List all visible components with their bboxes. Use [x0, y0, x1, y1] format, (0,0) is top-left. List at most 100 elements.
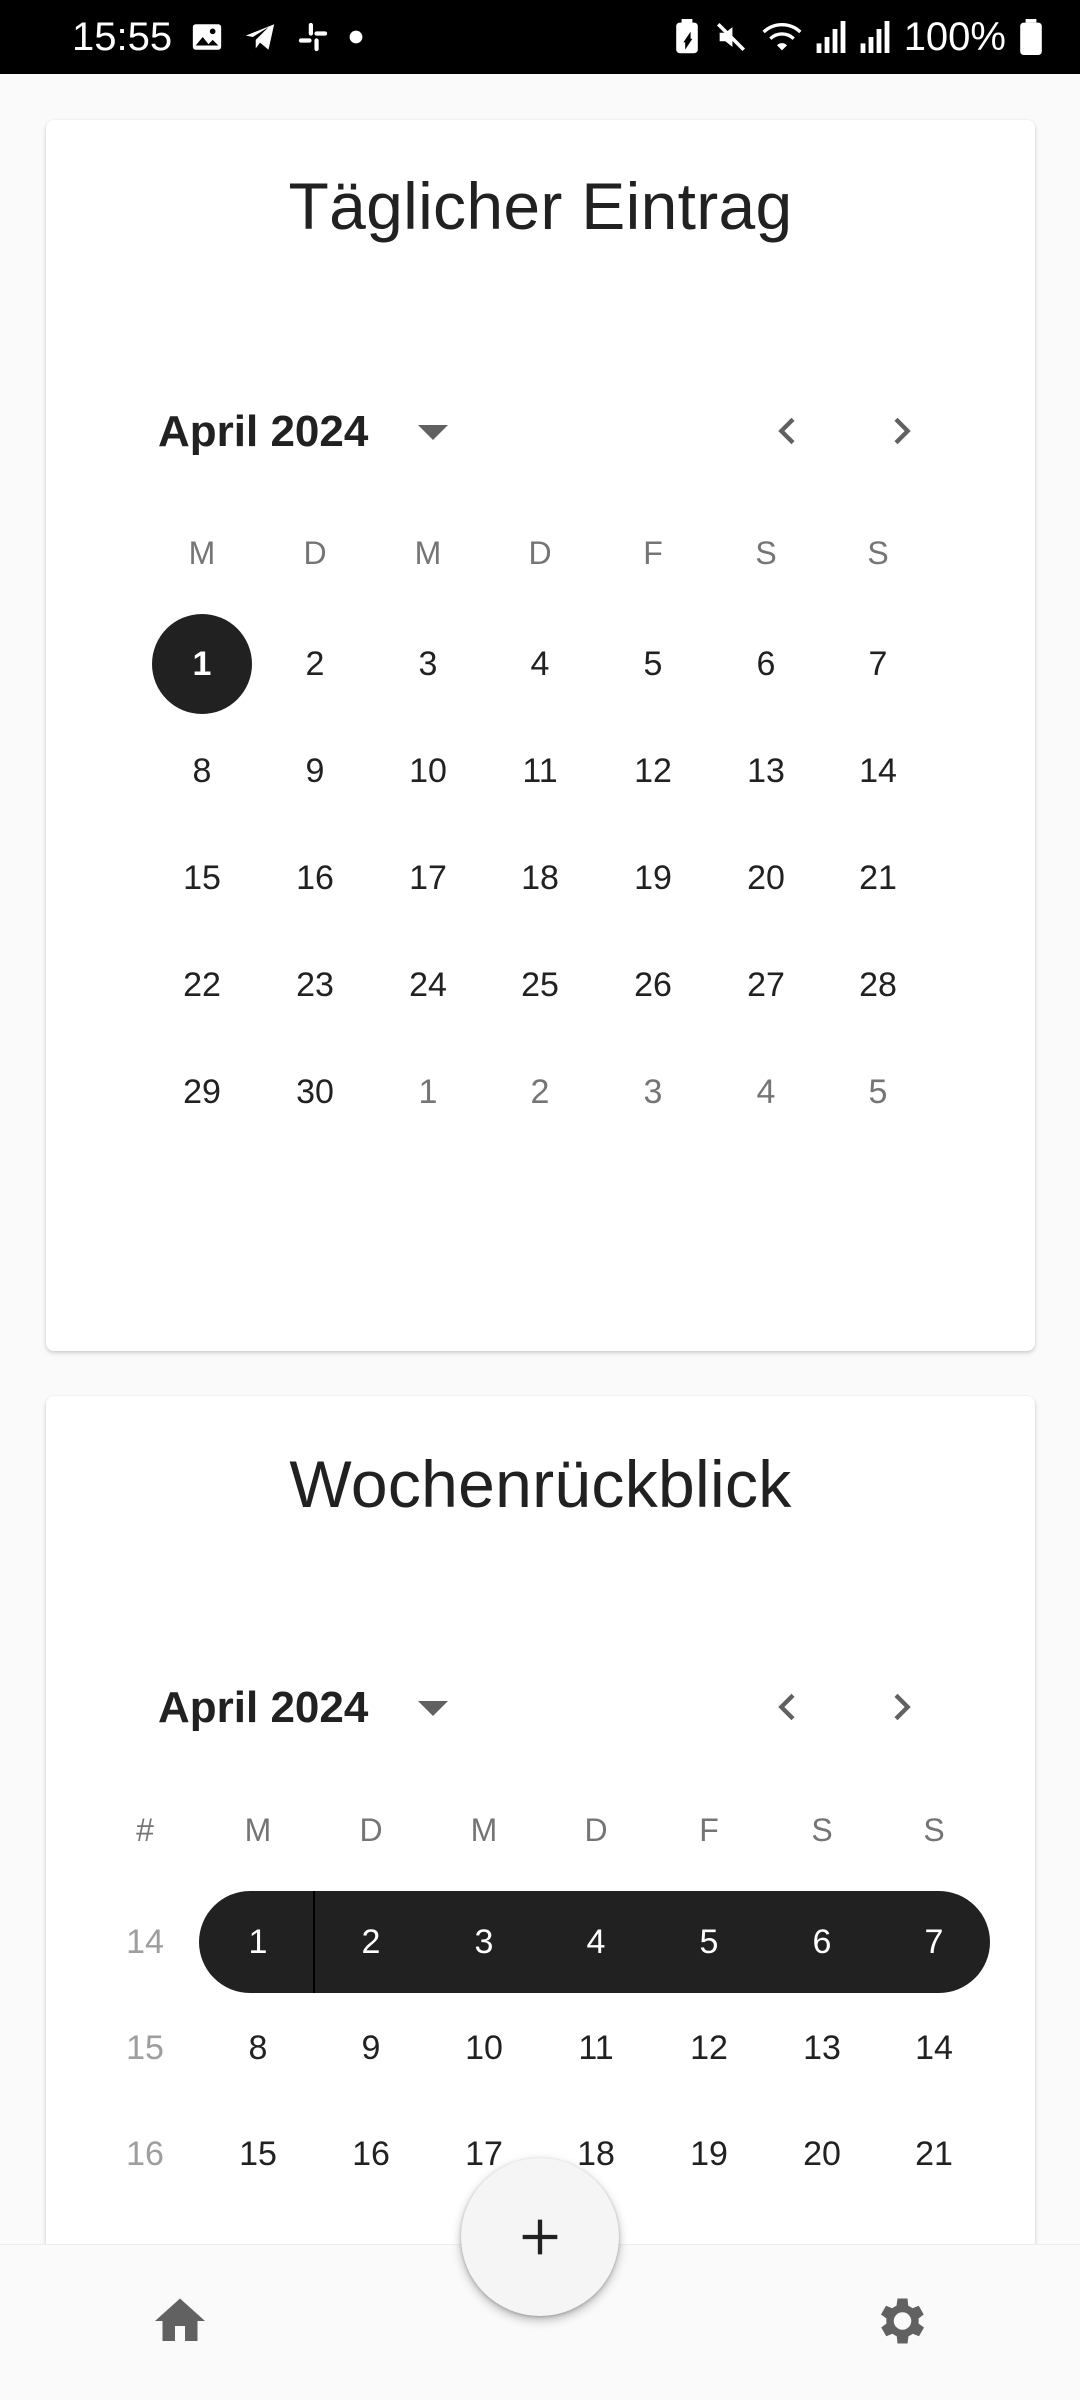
weekly-title: Wochenrückblick [289, 1447, 792, 1521]
add-entry-fab[interactable] [461, 2158, 619, 2316]
weekday-header: D [584, 1811, 608, 1848]
calendar-day[interactable]: 15 [208, 2104, 308, 2204]
daily-month-label[interactable]: April 2024 [158, 407, 368, 457]
gallery-icon [190, 20, 224, 54]
next-month-button[interactable] [866, 396, 936, 466]
calendar-day[interactable]: 5 [828, 1042, 928, 1142]
battery-saver-icon [674, 19, 700, 55]
calendar-day[interactable]: 2 [265, 614, 365, 714]
calendar-day[interactable]: 17 [378, 828, 478, 928]
calendar-day[interactable]: 10 [378, 721, 478, 821]
home-icon [155, 2298, 205, 2341]
weekday-header: M [188, 534, 216, 571]
chevron-left-icon [778, 417, 795, 445]
calendar-day[interactable]: 2 [490, 1042, 590, 1142]
weekday-header: S [755, 534, 777, 571]
calendar-day[interactable]: 9 [265, 721, 365, 821]
weekday-header: M [414, 534, 442, 571]
calendar-day[interactable]: 5 [603, 614, 703, 714]
home-button[interactable] [140, 2281, 220, 2361]
calendar-day[interactable]: 10 [434, 1998, 534, 2098]
calendar-day[interactable]: 30 [265, 1042, 365, 1142]
calendar-day[interactable]: 4 [716, 1042, 816, 1142]
battery-icon [1020, 19, 1042, 55]
weekday-header: M [244, 1811, 272, 1848]
calendar-day[interactable]: 9 [321, 1998, 421, 2098]
calendar-day[interactable]: 11 [546, 1998, 646, 2098]
calendar-day[interactable]: 21 [884, 2104, 984, 2204]
calendar-day[interactable]: 8 [152, 721, 252, 821]
telegram-icon [242, 20, 278, 54]
calendar-day[interactable]: 27 [716, 935, 816, 1035]
calendar-day[interactable]: 12 [659, 1998, 759, 2098]
calendar-day[interactable]: 19 [659, 2104, 759, 2204]
calendar-day[interactable]: 23 [265, 935, 365, 1035]
calendar-day[interactable]: 14 [884, 1998, 984, 2098]
calendar-day[interactable]: 11 [490, 721, 590, 821]
calendar-day[interactable]: 29 [152, 1042, 252, 1142]
weekday-header: F [643, 534, 663, 571]
calendar-day[interactable]: 28 [828, 935, 928, 1035]
calendar-day[interactable]: 3 [378, 614, 478, 714]
wifi-icon [762, 20, 802, 54]
selected-week-day[interactable]: 1 [208, 1892, 308, 1992]
calendar-day[interactable]: 16 [321, 2104, 421, 2204]
week-band-divider [313, 1891, 315, 1993]
calendar-day[interactable]: 24 [378, 935, 478, 1035]
next-month-button[interactable] [866, 1672, 936, 1742]
calendar-day[interactable]: 13 [772, 1998, 872, 2098]
selected-week-day[interactable]: 5 [659, 1892, 759, 1992]
selected-week-day[interactable]: 2 [321, 1892, 421, 1992]
weekly-month-label[interactable]: April 2024 [158, 1683, 368, 1733]
chevron-right-icon [894, 1693, 911, 1721]
calendar-day[interactable]: 12 [603, 721, 703, 821]
week-number-header: # [136, 1811, 154, 1848]
calendar-day[interactable]: 4 [490, 614, 590, 714]
chevron-right-icon [894, 417, 911, 445]
calendar-day[interactable]: 20 [772, 2104, 872, 2204]
selected-week-day[interactable]: 7 [884, 1892, 984, 1992]
calendar-day[interactable]: 16 [265, 828, 365, 928]
weekday-header: M [470, 1811, 498, 1848]
dot-icon [348, 29, 364, 45]
week-number: 15 [126, 2028, 164, 2067]
weekday-header: S [867, 534, 889, 571]
calendar-day[interactable]: 18 [490, 828, 590, 928]
calendar-day[interactable]: 20 [716, 828, 816, 928]
calendar-day[interactable]: 21 [828, 828, 928, 928]
weekly-month-header: April 2024 [158, 1668, 978, 1748]
calendar-day[interactable]: 15 [152, 828, 252, 928]
prev-month-button[interactable] [753, 1672, 823, 1742]
calendar-day[interactable]: 14 [828, 721, 928, 821]
week-number: 16 [126, 2134, 164, 2173]
selected-week-day[interactable]: 4 [546, 1892, 646, 1992]
calendar-day[interactable]: 1 [378, 1042, 478, 1142]
calendar-day[interactable]: 8 [208, 1998, 308, 2098]
selected-day[interactable]: 1 [152, 614, 252, 714]
status-left: 15:55 [72, 15, 364, 60]
calendar-day[interactable]: 25 [490, 935, 590, 1035]
mute-icon [714, 20, 748, 54]
daily-title: Täglicher Eintrag [288, 169, 793, 243]
signal-icon [816, 21, 846, 53]
calendar-day[interactable]: 26 [603, 935, 703, 1035]
calendar-day[interactable]: 3 [603, 1042, 703, 1142]
week-number: 14 [126, 1922, 164, 1961]
caret-down-icon[interactable] [418, 424, 449, 440]
calendar-day[interactable]: 6 [716, 614, 816, 714]
calendar-day[interactable]: 19 [603, 828, 703, 928]
status-bar: 15:55 100% [0, 0, 1080, 74]
prev-month-button[interactable] [753, 396, 823, 466]
selected-week-day[interactable]: 6 [772, 1892, 872, 1992]
calendar-day[interactable]: 7 [828, 614, 928, 714]
settings-button[interactable] [860, 2281, 940, 2361]
battery-percent: 100% [903, 14, 1006, 59]
calendar-day[interactable]: 22 [152, 935, 252, 1035]
chevron-left-icon [778, 1693, 795, 1721]
selected-week-day[interactable]: 3 [434, 1892, 534, 1992]
slack-icon [296, 20, 330, 54]
weekday-header: F [699, 1811, 719, 1848]
caret-down-icon[interactable] [418, 1700, 449, 1716]
calendar-day[interactable]: 13 [716, 721, 816, 821]
daily-month-header: April 2024 [158, 392, 978, 472]
